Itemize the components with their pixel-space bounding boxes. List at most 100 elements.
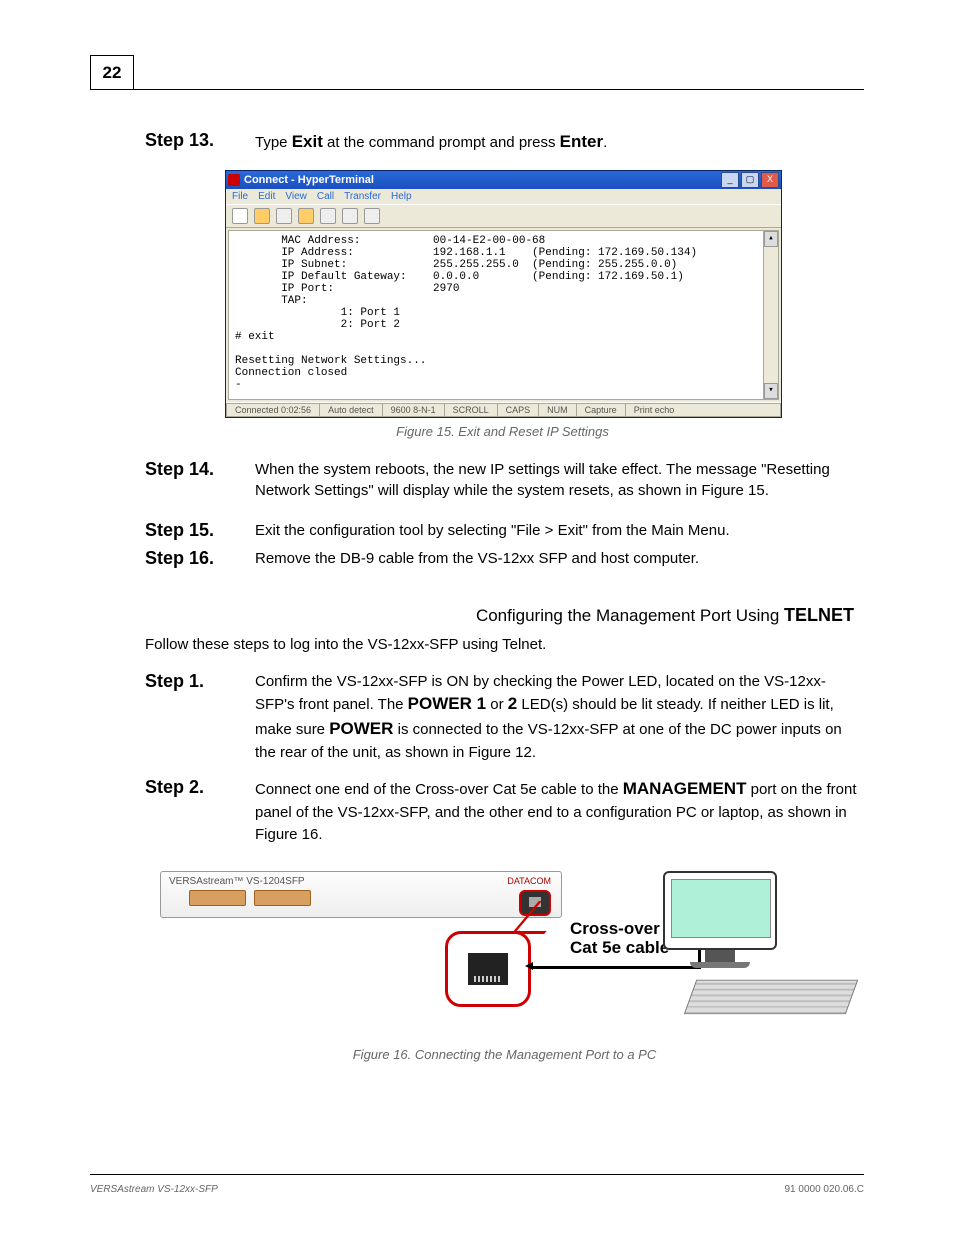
bold: 2 [508, 694, 517, 713]
device-logo: DATACOM [507, 876, 551, 886]
step-1: Step 1. Confirm the VS-12xx-SFP is ON by… [145, 671, 864, 764]
menu-help[interactable]: Help [391, 191, 412, 202]
statusbar: Connected 0:02:56 Auto detect 9600 8-N-1… [226, 402, 781, 417]
menu-view[interactable]: View [285, 191, 307, 202]
connect-icon[interactable] [276, 208, 292, 224]
step-15: Step 15. Exit the configuration tool by … [145, 520, 864, 542]
footer-right: 91 0000 020.06.C [784, 1184, 864, 1195]
step-label: Step 16. [145, 548, 255, 569]
keyboard-icon [684, 979, 859, 1013]
step-16: Step 16. Remove the DB-9 cable from the … [145, 548, 864, 570]
status-connected: Connected 0:02:56 [226, 403, 319, 417]
pc-monitor-icon [660, 871, 780, 966]
menu-transfer[interactable]: Transfer [344, 191, 381, 202]
status-printecho: Print echo [625, 403, 781, 417]
text: LED(s) should be lit steady. If [517, 696, 720, 713]
section-body: Follow these steps to log into the VS-12… [145, 636, 864, 653]
content: Step 13. Type Exit at the command prompt… [145, 130, 864, 1062]
device-chassis: VERSAstream™ VS-1204SFP DATACOM [160, 871, 562, 918]
new-icon[interactable] [232, 208, 248, 224]
step-14: Step 14. When the system reboots, the ne… [145, 459, 864, 503]
step-label: Step 2. [145, 777, 255, 798]
footer-left: VERSAstream VS-12xx-SFP [90, 1184, 784, 1195]
status-baud: 9600 8-N-1 [382, 403, 444, 417]
menu-file[interactable]: File [232, 191, 248, 202]
menu-call[interactable]: Call [317, 191, 334, 202]
figure-caption: Figure 15. Exit and Reset IP Settings [225, 424, 780, 439]
step-label: Step 1. [145, 671, 255, 692]
bold: POWER [329, 719, 393, 738]
step-label: Step 14. [145, 459, 255, 480]
scrollbar[interactable]: ▴▾ [763, 231, 778, 399]
receive-icon[interactable] [342, 208, 358, 224]
text: or [486, 696, 508, 713]
step-label: Step 15. [145, 520, 255, 541]
close-button[interactable]: X [761, 172, 779, 188]
terminal-output: MAC Address: 00-14-E2-00-00-68 IP Addres… [235, 235, 697, 391]
window-title: Connect - HyperTerminal [244, 174, 719, 186]
bold: POWER 1 [408, 694, 486, 713]
text: . [603, 134, 607, 151]
bold: Enter [560, 132, 603, 151]
text: Cat 5e cable [570, 938, 669, 957]
scroll-down-icon[interactable]: ▾ [764, 383, 778, 399]
hyperterminal-window: Connect - HyperTerminal _ ▢ X File Edit … [225, 170, 782, 418]
disconnect-icon[interactable] [298, 208, 314, 224]
footer: VERSAstream VS-12xx-SFP 91 0000 020.06.C [90, 1184, 864, 1195]
terminal-body: MAC Address: 00-14-E2-00-00-68 IP Addres… [228, 230, 779, 400]
step-2: Step 2. Connect one end of the Cross-ove… [145, 777, 864, 845]
cable-line [530, 966, 700, 969]
app-icon [228, 174, 240, 186]
status-num: NUM [538, 403, 576, 417]
port-group [254, 890, 311, 906]
step-text: Exit the configuration tool by selecting… [255, 520, 864, 542]
menubar: File Edit View Call Transfer Help [226, 189, 781, 204]
connection-diagram: VERSAstream™ VS-1204SFP DATACOM Cross-ov… [160, 871, 880, 1041]
status-detect: Auto detect [319, 403, 382, 417]
properties-icon[interactable] [364, 208, 380, 224]
step-text: Remove the DB-9 cable from the VS-12xx S… [255, 548, 864, 570]
page-number-box: 22 [90, 55, 134, 90]
text: Cross-over [570, 919, 660, 938]
section-title: Configuring the Management Port Using TE… [145, 605, 854, 626]
open-icon[interactable] [254, 208, 270, 224]
step-label: Step 13. [145, 130, 255, 151]
management-port-zoom [445, 931, 531, 1007]
text: Type [255, 134, 292, 151]
sfp-ports [189, 890, 311, 906]
toolbar [226, 204, 781, 228]
bottom-rule [90, 1174, 864, 1175]
step-text: When the system reboots, the new IP sett… [255, 459, 864, 503]
monitor-base [690, 962, 750, 968]
text: is connected to the VS-12xx-SFP at one [393, 721, 668, 738]
maximize-button[interactable]: ▢ [741, 172, 759, 188]
status-capture: Capture [576, 403, 625, 417]
status-scroll: SCROLL [444, 403, 497, 417]
minimize-button[interactable]: _ [721, 172, 739, 188]
titlebar: Connect - HyperTerminal _ ▢ X [226, 171, 781, 189]
top-rule [90, 89, 864, 90]
device-label: VERSAstream™ VS-1204SFP [169, 876, 305, 887]
step-text: Connect one end of the Cross-over Cat 5e… [255, 777, 864, 845]
monitor-stand [705, 950, 735, 962]
monitor-screen [663, 871, 777, 950]
status-caps: CAPS [497, 403, 539, 417]
bold: Exit [292, 132, 323, 151]
step-13: Step 13. Type Exit at the command prompt… [145, 130, 864, 155]
scroll-up-icon[interactable]: ▴ [764, 231, 778, 247]
menu-edit[interactable]: Edit [258, 191, 275, 202]
text: Connect one end of the Cross-over Cat 5e… [255, 781, 623, 798]
step-text: Type Exit at the command prompt and pres… [255, 130, 864, 155]
rj45-jack-icon [468, 953, 508, 985]
bold: MANAGEMENT [623, 779, 747, 798]
terminal-screenshot: Connect - HyperTerminal _ ▢ X File Edit … [225, 170, 864, 439]
section-title-prefix: Configuring the Management Port Using [476, 606, 784, 625]
text: Confirm the VS-12xx-SFP is ON by checkin… [255, 673, 764, 690]
cable-label: Cross-over Cat 5e cable [570, 919, 669, 958]
page: 22 Step 13. Type Exit at the command pro… [0, 0, 954, 1235]
section-title-bold: TELNET [784, 605, 854, 625]
send-icon[interactable] [320, 208, 336, 224]
step-text: Confirm the VS-12xx-SFP is ON by checkin… [255, 671, 864, 764]
text: at the command prompt and press [323, 134, 560, 151]
page-number: 22 [103, 63, 122, 83]
